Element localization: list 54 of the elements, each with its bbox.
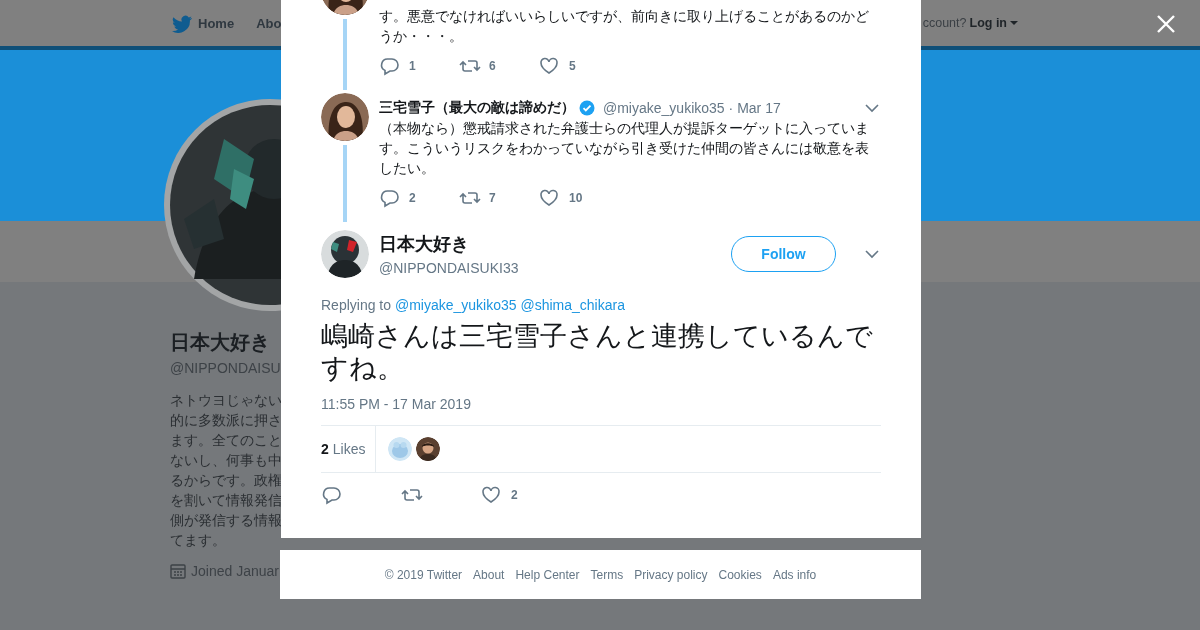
bio-line: を割いて情報発信 <box>170 491 280 510</box>
footer-link[interactable]: Help Center <box>515 567 580 582</box>
tweet-text: （本物なら）懲戒請求された弁護士らの代理人が提訴ターゲットに入っています。こういうリスクをわかっていながら引き受けた仲間の皆さんには敬意を表したい。 <box>379 119 870 178</box>
author-name[interactable]: 三宅雪子（最大の敵は諦めだ） <box>379 99 575 117</box>
chevron-icon <box>864 103 880 113</box>
tweet-text: 嶋崎さんは三宅雪子さんと連携しているんですね。 <box>321 320 874 384</box>
retweet-button[interactable]: 6 <box>459 56 539 76</box>
account-prompt: ccount? <box>922 16 967 30</box>
copyright: © 2019 Twitter <box>384 567 463 582</box>
heart-icon <box>539 56 561 76</box>
nav-link[interactable]: Home <box>170 13 235 33</box>
tweet-date[interactable]: · Mar 17 <box>728 100 781 116</box>
bird-icon <box>170 13 192 33</box>
heart-icon <box>539 188 561 208</box>
reply-button[interactable]: 2 <box>379 188 459 208</box>
heart-button[interactable]: 10 <box>539 188 619 208</box>
profile-handle: @NIPPONDAISU <box>170 360 281 376</box>
bio-line: るからです。政権 <box>170 471 280 490</box>
mention-link[interactable]: @miyake_yukiko35 <box>394 297 517 313</box>
bio-line: 側が発信する情報 <box>170 511 280 530</box>
footer-link[interactable]: Ads info <box>772 567 817 582</box>
author-handle[interactable]: @NIPPONDAISUKI33 <box>379 260 519 276</box>
reply-icon <box>379 56 401 76</box>
reply-icon <box>321 485 343 505</box>
bio-line: ネトウヨじゃない <box>170 391 280 410</box>
reply-button[interactable]: 1 <box>379 56 459 76</box>
bio-line: ないし、何事も中 <box>170 451 280 470</box>
tweet-text: す。悪意でなければいいらしいですが、前向きに取り上げることがあるのかどうか・・・。 <box>379 7 870 46</box>
calendar-icon <box>170 563 186 579</box>
likes-count[interactable]: 2 Likes <box>321 426 377 472</box>
bio-line: てます。 <box>170 531 227 550</box>
caret-icon <box>1010 21 1018 25</box>
tweet-timestamp: 11:55 PM - 17 Mar 2019 <box>321 396 472 412</box>
reply-icon <box>379 188 401 208</box>
heart-button[interactable]: 5 <box>539 56 619 76</box>
profile-name: 日本大好き <box>170 330 270 355</box>
mention-link[interactable]: @shima_chikara <box>520 297 625 313</box>
login-button[interactable]: Log in <box>969 16 1018 30</box>
nav-link[interactable]: Abo <box>256 15 282 31</box>
follow-button[interactable]: Follow <box>731 236 836 272</box>
footer-link[interactable]: About <box>473 567 505 582</box>
heart-button[interactable]: 2 <box>481 485 561 505</box>
author-handle[interactable]: @miyake_yukiko35 <box>603 100 725 116</box>
footer-link[interactable]: Privacy policy <box>634 567 708 582</box>
heart-icon <box>481 485 503 505</box>
footer-link[interactable]: Terms <box>590 567 624 582</box>
joined-date: Joined Januar <box>191 563 279 579</box>
chevron-icon <box>864 249 880 259</box>
bio-line: ます。全てのこと <box>170 431 280 450</box>
replying-label: Replying to <box>321 297 392 313</box>
bio-line: 的に多数派に押さ <box>170 411 280 430</box>
retweet-button[interactable]: 7 <box>459 188 539 208</box>
footer-link[interactable]: Cookies <box>718 567 762 582</box>
author-name[interactable]: 日本大好き <box>379 232 519 256</box>
